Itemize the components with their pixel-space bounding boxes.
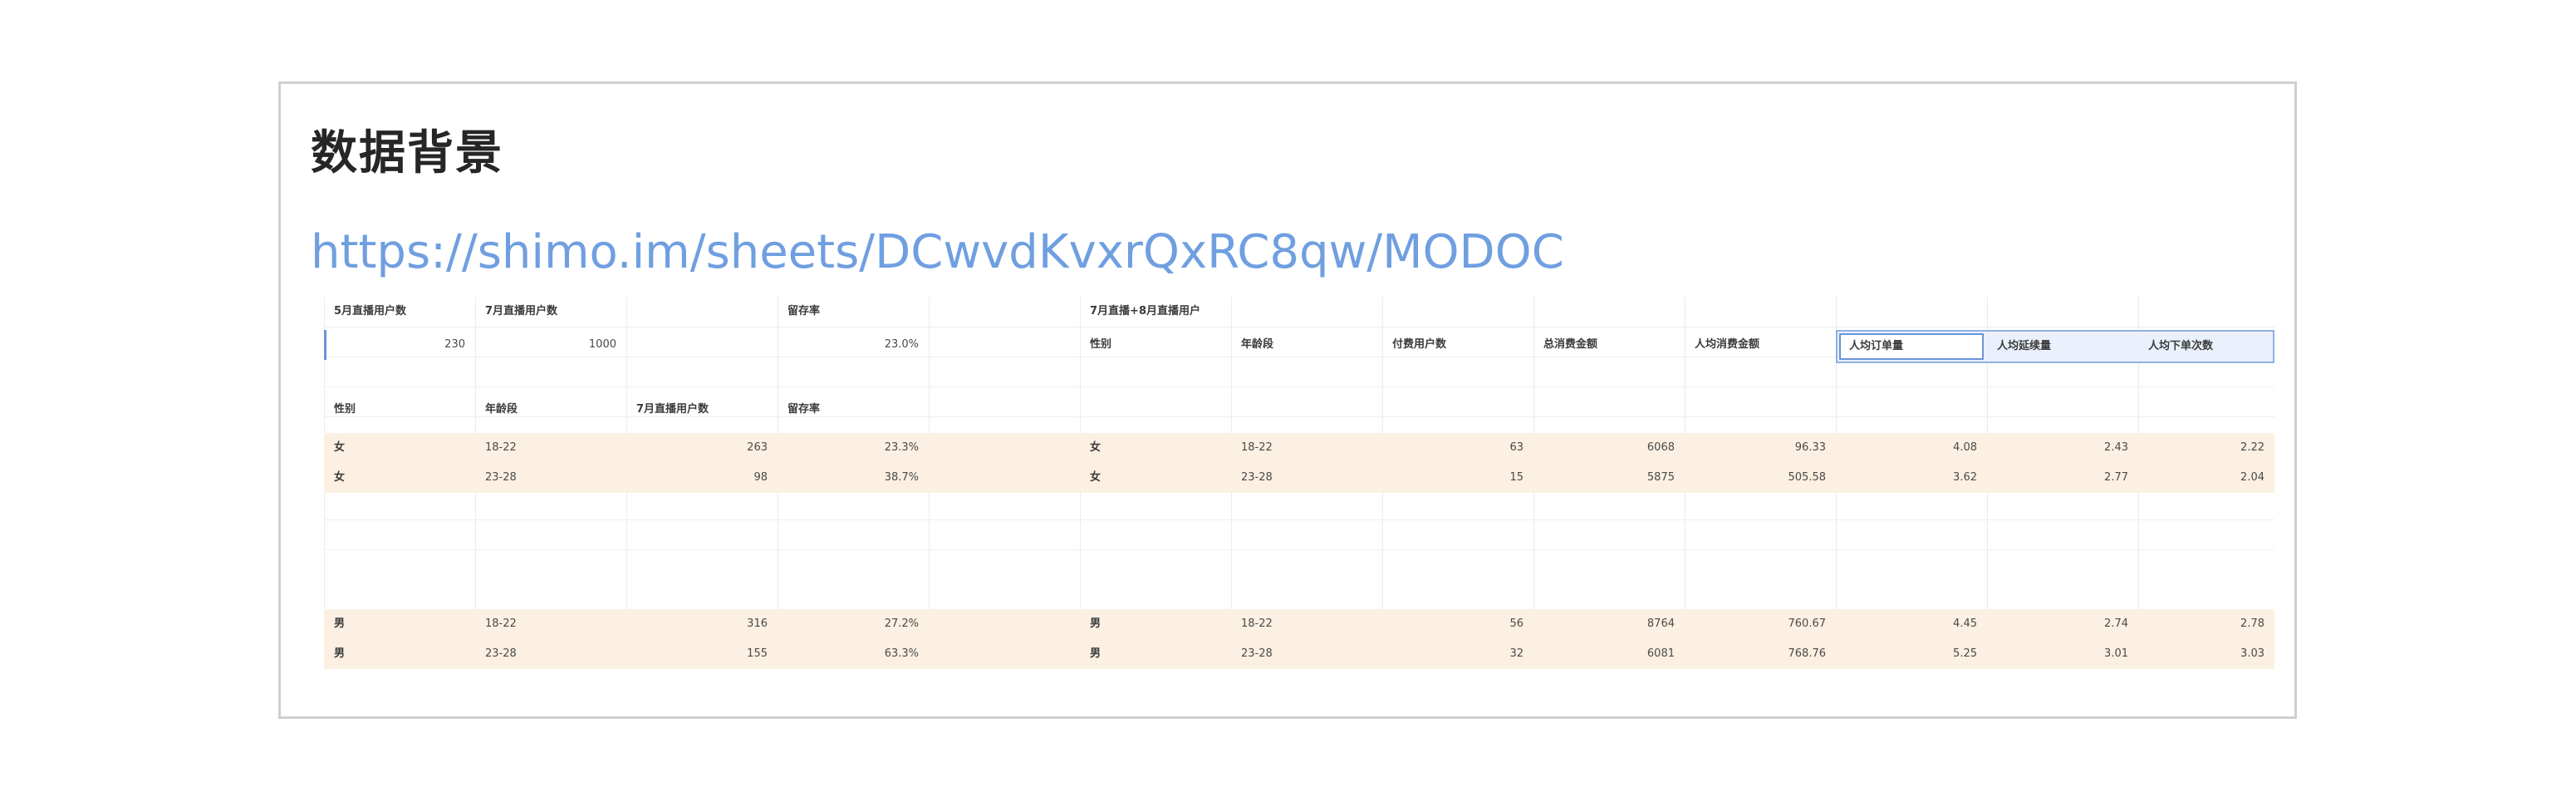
document-card: 数据背景 https://shimo.im/sheets/DCwvdKvxrQx…	[278, 81, 2297, 719]
cell-header[interactable]: 7月直播+8月直播用户	[1080, 297, 1329, 327]
cell-value[interactable]: 23-28	[475, 639, 626, 669]
cell-value[interactable]: 96.33	[1685, 433, 1836, 463]
cell-value[interactable]: 2.43	[1987, 433, 2138, 463]
cell-header[interactable]: 人均延续量	[1987, 332, 2138, 362]
cell-value[interactable]: 505.58	[1685, 463, 1836, 493]
cell-header[interactable]: 留存率	[778, 297, 929, 327]
cell-value[interactable]: 760.67	[1685, 609, 1836, 639]
cell-value[interactable]: 23-28	[1231, 463, 1382, 493]
cell-value[interactable]: 3.01	[1987, 639, 2138, 669]
cell-header[interactable]: 7月直播用户数	[626, 395, 778, 425]
spreadsheet-grid: 5月直播用户数 7月直播用户数 留存率 7月直播+8月直播用户 230 1000…	[324, 297, 2274, 669]
cell-value[interactable]: 4.08	[1836, 433, 1987, 463]
cell-value[interactable]: 38.7%	[778, 463, 929, 493]
cell-header[interactable]: 人均消费金额	[1685, 330, 1836, 360]
cell-header[interactable]: 性别	[1080, 330, 1231, 360]
cell-value[interactable]: 2.74	[1987, 609, 2138, 639]
cell-value[interactable]: 56	[1382, 609, 1533, 639]
cell-header[interactable]: 年龄段	[475, 395, 626, 425]
cell-value[interactable]: 18-22	[475, 433, 626, 463]
cell-value[interactable]: 女	[324, 463, 475, 493]
cell-value[interactable]: 230	[324, 330, 475, 360]
cell-value[interactable]: 1000	[475, 330, 626, 360]
page-title: 数据背景	[311, 126, 503, 180]
cell-value[interactable]: 15	[1382, 463, 1533, 493]
cell-header[interactable]: 留存率	[778, 395, 929, 425]
cell-value[interactable]: 768.76	[1685, 639, 1836, 669]
cell-value[interactable]: 5.25	[1836, 639, 1987, 669]
cell-value[interactable]: 316	[626, 609, 778, 639]
cell-value[interactable]: 女	[1080, 463, 1231, 493]
grid-line	[324, 549, 2274, 550]
cell-value[interactable]: 23-28	[475, 463, 626, 493]
cell-value[interactable]: 263	[626, 433, 778, 463]
cell-value[interactable]: 98	[626, 463, 778, 493]
cell-value[interactable]: 2.77	[1987, 463, 2138, 493]
grid-line	[324, 519, 2274, 520]
cell-value[interactable]: 63.3%	[778, 639, 929, 669]
cell-value[interactable]: 2.04	[2138, 463, 2274, 493]
cell-header[interactable]: 人均下单次数	[2138, 332, 2274, 362]
cell-header[interactable]: 性别	[324, 395, 475, 425]
cell-header[interactable]: 7月直播用户数	[475, 297, 626, 327]
cell-header[interactable]: 付费用户数	[1382, 330, 1533, 360]
cell-value[interactable]: 男	[324, 609, 475, 639]
cell-value[interactable]: 18-22	[1231, 609, 1382, 639]
cell-header[interactable]: 年龄段	[1231, 330, 1382, 360]
cell-value[interactable]: 8764	[1533, 609, 1685, 639]
cell-value[interactable]: 女	[324, 433, 475, 463]
cell-value[interactable]: 5875	[1533, 463, 1685, 493]
cell-value[interactable]: 32	[1382, 639, 1533, 669]
cell-value[interactable]: 27.2%	[778, 609, 929, 639]
cell-value[interactable]: 23.0%	[778, 330, 929, 360]
grid-line	[324, 386, 2274, 387]
cell-value[interactable]: 23-28	[1231, 639, 1382, 669]
cell-header[interactable]: 5月直播用户数	[324, 297, 475, 327]
cell-value[interactable]: 63	[1382, 433, 1533, 463]
cell-value[interactable]: 6068	[1533, 433, 1685, 463]
cell-value[interactable]: 2.22	[2138, 433, 2274, 463]
cell-value[interactable]: 2.78	[2138, 609, 2274, 639]
cell-value[interactable]: 男	[324, 639, 475, 669]
cell-value[interactable]: 3.62	[1836, 463, 1987, 493]
cell-value[interactable]: 18-22	[1231, 433, 1382, 463]
cell-value[interactable]: 23.3%	[778, 433, 929, 463]
sheet-link[interactable]: https://shimo.im/sheets/DCwvdKvxrQxRC8qw…	[311, 225, 1564, 279]
cell-value[interactable]: 3.03	[2138, 639, 2274, 669]
cell-value[interactable]: 18-22	[475, 609, 626, 639]
cell-value[interactable]: 男	[1080, 639, 1231, 669]
cell-value[interactable]: 男	[1080, 609, 1231, 639]
cell-header[interactable]: 人均订单量	[1839, 332, 1984, 362]
cell-header[interactable]: 总消费金额	[1533, 330, 1685, 360]
cell-value[interactable]: 4.45	[1836, 609, 1987, 639]
cell-value[interactable]: 6081	[1533, 639, 1685, 669]
cell-value[interactable]: 155	[626, 639, 778, 669]
cell-value[interactable]: 女	[1080, 433, 1231, 463]
